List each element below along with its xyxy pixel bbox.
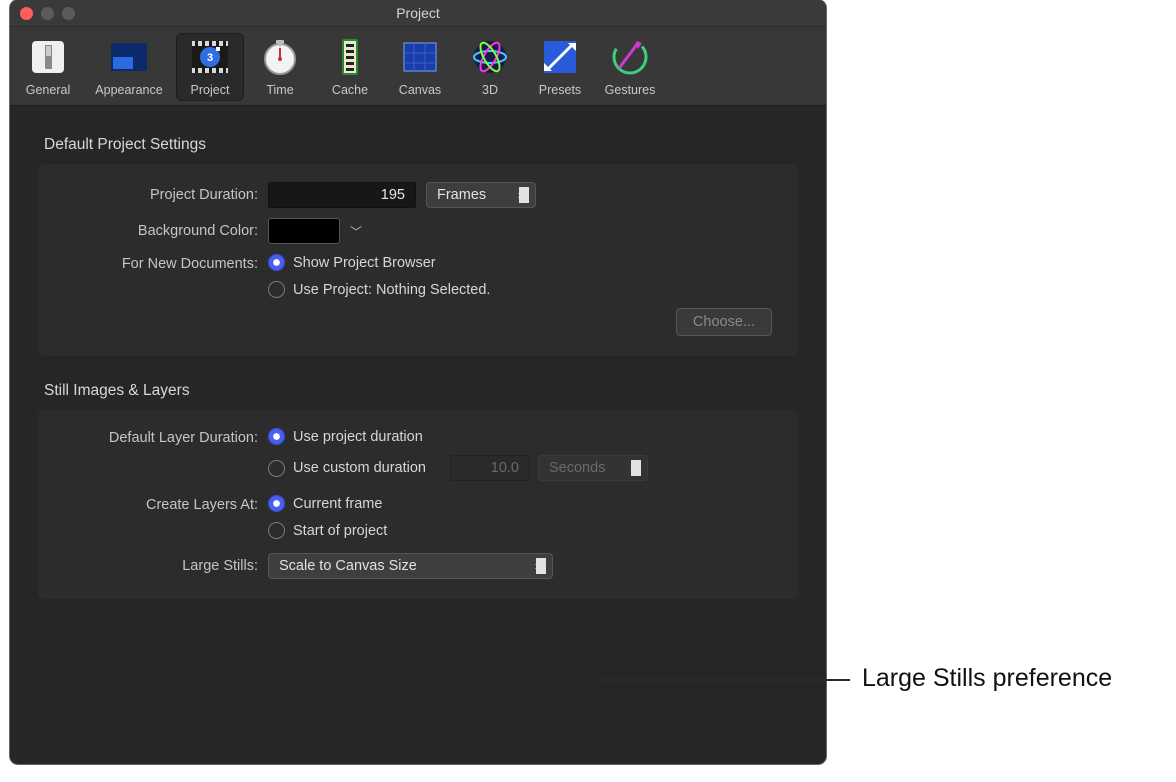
tab-label: 3D [482, 83, 498, 97]
label-new-documents: For New Documents: [58, 254, 258, 272]
label-background-color: Background Color: [58, 223, 258, 239]
radio-use-project-duration[interactable]: Use project duration [268, 428, 648, 445]
titlebar: Project [10, 0, 826, 27]
radio-indicator-icon [268, 495, 285, 512]
label-create-layers-at: Create Layers At: [58, 495, 258, 513]
tab-time[interactable]: Time [246, 33, 314, 101]
tab-label: Project [191, 83, 230, 97]
row-background-color: Background Color: ﹀ [58, 218, 778, 244]
tab-label: Gestures [605, 83, 656, 97]
time-icon [258, 35, 302, 79]
project-duration-unit-popup[interactable]: Frames [426, 182, 536, 208]
row-project-duration: Project Duration: Frames [58, 182, 778, 208]
custom-duration-field [450, 455, 530, 481]
tab-label: Canvas [399, 83, 441, 97]
project-duration-field[interactable] [268, 182, 416, 208]
cache-icon [328, 35, 372, 79]
radio-label: Use custom duration [293, 460, 426, 476]
svg-text:3: 3 [207, 52, 213, 64]
row-choose-button: Choose... [58, 308, 778, 336]
radio-indicator-icon [268, 522, 285, 539]
section-title-stills: Still Images & Layers [44, 382, 798, 400]
label-large-stills: Large Stills: [58, 558, 258, 574]
radio-indicator-icon [268, 428, 285, 445]
tab-label: Appearance [95, 83, 162, 97]
window-title: Project [10, 5, 826, 21]
presets-icon [538, 35, 582, 79]
tab-presets[interactable]: Presets [526, 33, 594, 101]
radio-start-of-project[interactable]: Start of project [268, 522, 387, 539]
radio-label: Show Project Browser [293, 255, 436, 271]
callout-leader-line [594, 679, 850, 681]
row-create-layers-at: Create Layers At: Current frame Start of… [58, 495, 778, 539]
callout-label: Large Stills preference [862, 664, 1112, 693]
appearance-icon [107, 35, 151, 79]
project-icon: 3 [188, 35, 232, 79]
radio-indicator-icon [268, 460, 285, 477]
row-large-stills: Large Stills: Scale to Canvas Size [58, 553, 778, 579]
custom-duration-unit-popup: Seconds [538, 455, 648, 481]
tab-3d[interactable]: 3D [456, 33, 524, 101]
tab-appearance[interactable]: Appearance [84, 33, 174, 101]
radio-label: Use Project: Nothing Selected. [293, 282, 490, 298]
popup-value: Seconds [549, 460, 605, 476]
updown-arrows-icon [518, 183, 528, 207]
radio-label: Start of project [293, 523, 387, 539]
radio-use-project[interactable]: Use Project: Nothing Selected. [268, 281, 490, 298]
tab-label: Presets [539, 83, 581, 97]
row-default-layer-duration: Default Layer Duration: Use project dura… [58, 428, 778, 481]
label-default-layer-duration: Default Layer Duration: [58, 428, 258, 446]
tab-label: Cache [332, 83, 368, 97]
canvas-icon [398, 35, 442, 79]
general-icon [26, 35, 70, 79]
choose-button[interactable]: Choose... [676, 308, 772, 336]
gestures-icon [608, 35, 652, 79]
button-label: Choose... [693, 314, 755, 330]
color-disclosure-icon[interactable]: ﹀ [350, 223, 362, 240]
updown-arrows-icon [535, 554, 545, 578]
tab-cache[interactable]: Cache [316, 33, 384, 101]
tab-gestures[interactable]: Gestures [596, 33, 664, 101]
three-d-icon [468, 35, 512, 79]
preferences-toolbar: General Appearance 3 Pro [10, 27, 826, 106]
row-new-documents: For New Documents: Show Project Browser … [58, 254, 778, 298]
content-area: Default Project Settings Project Duratio… [10, 106, 826, 645]
popup-value: Frames [437, 187, 486, 203]
radio-indicator-icon [268, 254, 285, 271]
tab-general[interactable]: General [14, 33, 82, 101]
radio-current-frame[interactable]: Current frame [268, 495, 387, 512]
radio-indicator-icon [268, 281, 285, 298]
panel-still-images-layers: Default Layer Duration: Use project dura… [38, 410, 798, 599]
preferences-window: Project General Appearance [10, 0, 826, 764]
radio-use-custom-duration[interactable]: Use custom duration Seconds [268, 455, 648, 481]
tab-canvas[interactable]: Canvas [386, 33, 454, 101]
tab-label: Time [266, 83, 293, 97]
large-stills-popup[interactable]: Scale to Canvas Size [268, 553, 553, 579]
label-project-duration: Project Duration: [58, 187, 258, 203]
section-title-default-project: Default Project Settings [44, 136, 798, 154]
tab-label: General [26, 83, 70, 97]
popup-value: Scale to Canvas Size [279, 558, 417, 574]
background-color-well[interactable] [268, 218, 340, 244]
tab-project[interactable]: 3 Project [176, 33, 244, 101]
radio-show-project-browser[interactable]: Show Project Browser [268, 254, 490, 271]
radio-label: Current frame [293, 496, 382, 512]
updown-arrows-icon [630, 456, 640, 480]
panel-default-project-settings: Project Duration: Frames Background Colo… [38, 164, 798, 356]
radio-label: Use project duration [293, 429, 423, 445]
